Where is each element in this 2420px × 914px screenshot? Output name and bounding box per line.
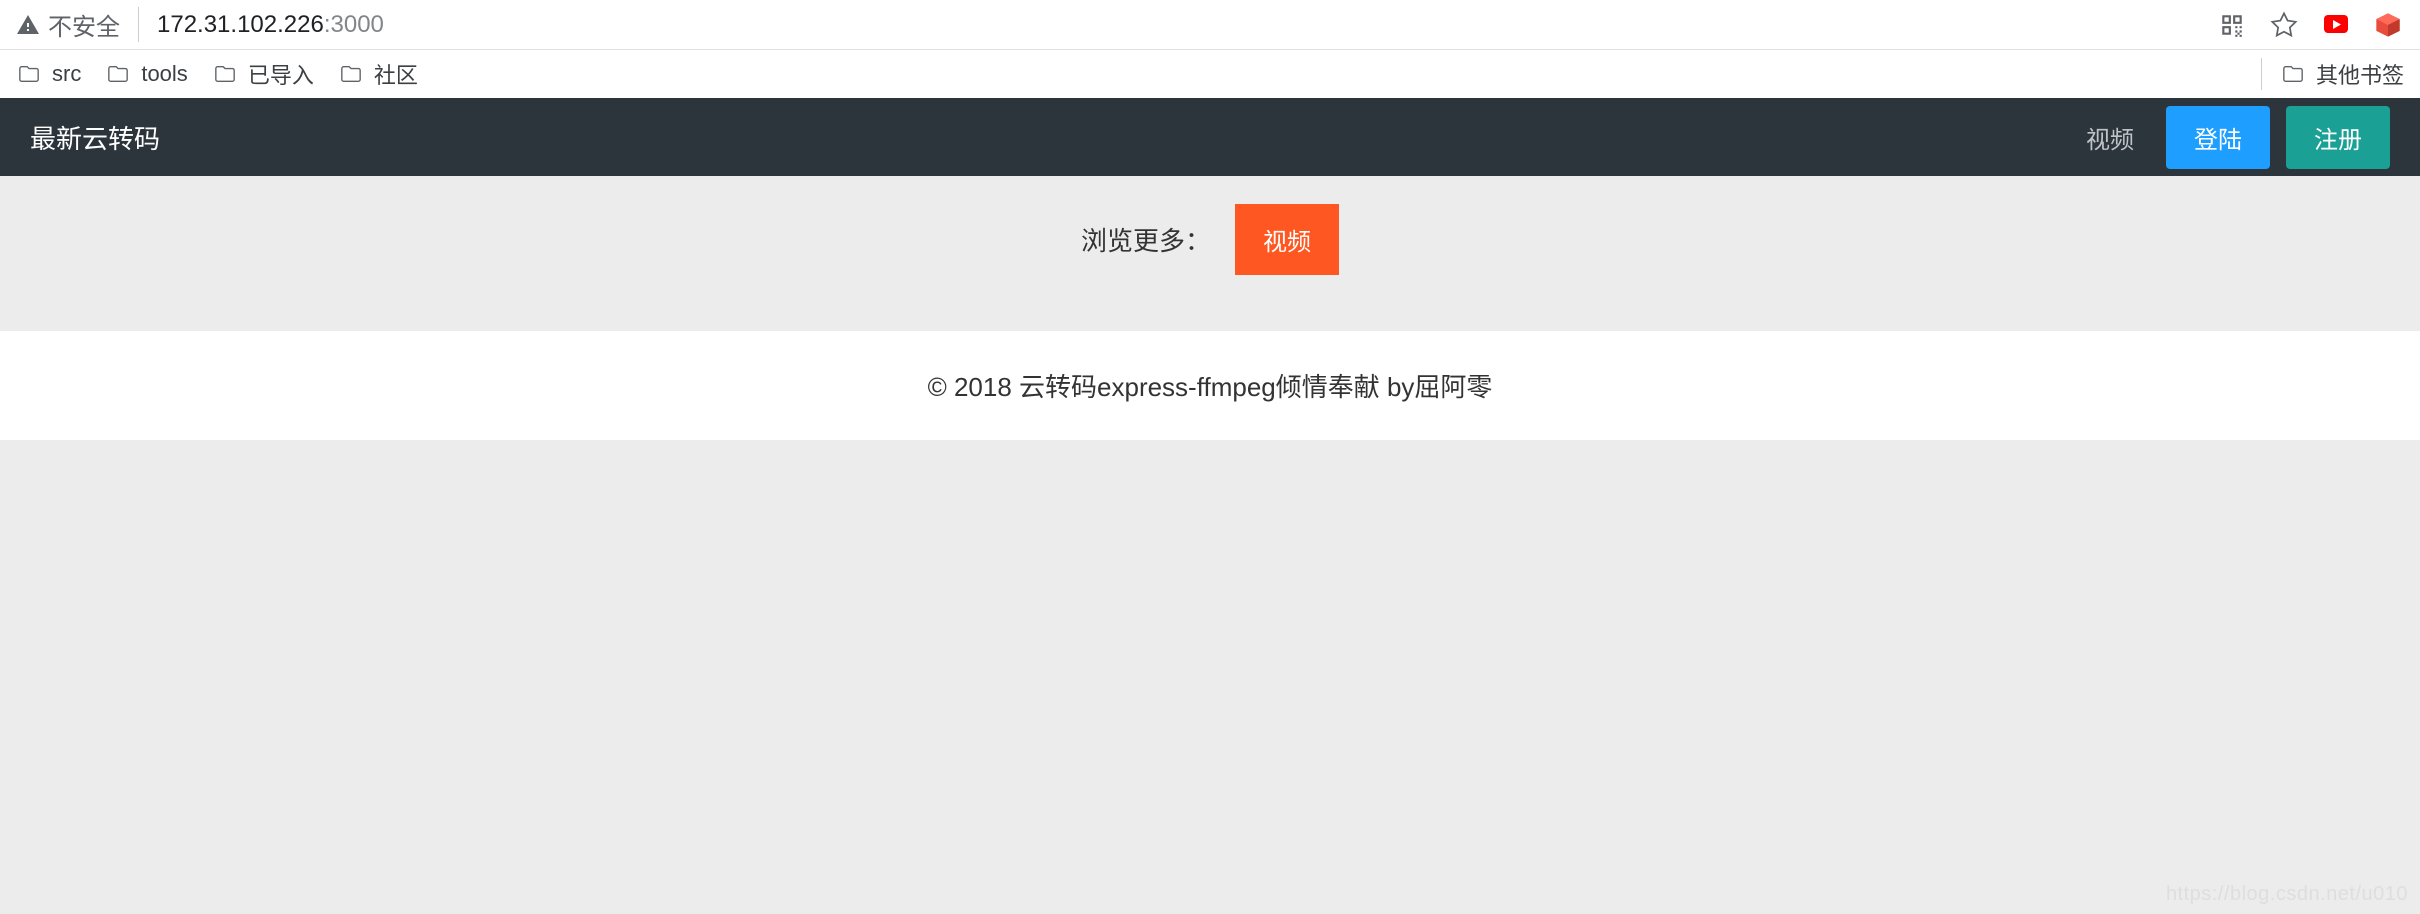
bookmark-other-label: 其他书签 [2316,58,2404,90]
site-footer: © 2018 云转码express-ffmpeg倾情奉献 by屈阿零 [0,331,2420,440]
video-button[interactable]: 视频 [1235,204,1339,275]
nav-actions: 视频 登陆 注册 [2070,106,2390,169]
url-display[interactable]: 172.31.102.226:3000 [157,11,2216,39]
nav-video-link[interactable]: 视频 [2070,110,2150,165]
bookmark-label: src [52,61,81,87]
qr-icon[interactable] [2216,9,2248,41]
youtube-extension-icon[interactable] [2320,9,2352,41]
bookmark-imported[interactable]: 已导入 [212,58,314,90]
bookmark-label: 社区 [374,58,418,90]
site-title[interactable]: 最新云转码 [30,119,160,156]
register-button[interactable]: 注册 [2286,106,2390,169]
site-nav-header: 最新云转码 视频 登陆 注册 [0,98,2420,176]
bookmark-folders: src tools 已导入 社区 [16,58,418,90]
security-indicator[interactable]: 不安全 [16,7,139,42]
login-button[interactable]: 登陆 [2166,106,2270,169]
url-port: :3000 [324,11,384,38]
security-label: 不安全 [48,7,120,42]
bookmark-src[interactable]: src [16,61,81,87]
url-host: 172.31.102.226 [157,11,324,38]
bookmark-bar: src tools 已导入 社区 其他书签 [0,50,2420,98]
csdn-watermark: https://blog.csdn.net/u010 [2166,883,2408,906]
cube-extension-icon[interactable] [2372,9,2404,41]
footer-copyright: © 2018 云转码express-ffmpeg倾情奉献 by屈阿零 [0,367,2420,404]
browser-address-bar: 不安全 172.31.102.226:3000 [0,0,2420,50]
main-content: 浏览更多： 视频 [0,176,2420,303]
browse-more-label: 浏览更多： [1081,221,1211,258]
bookmark-label: 已导入 [248,58,314,90]
bookmark-other[interactable]: 其他书签 [2261,58,2404,90]
star-icon[interactable] [2268,9,2300,41]
bookmark-label: tools [141,61,187,87]
bookmark-tools[interactable]: tools [105,61,187,87]
address-bar-actions [2216,9,2404,41]
browse-more-row: 浏览更多： 视频 [0,204,2420,275]
warning-icon [16,13,40,37]
bookmark-community[interactable]: 社区 [338,58,418,90]
